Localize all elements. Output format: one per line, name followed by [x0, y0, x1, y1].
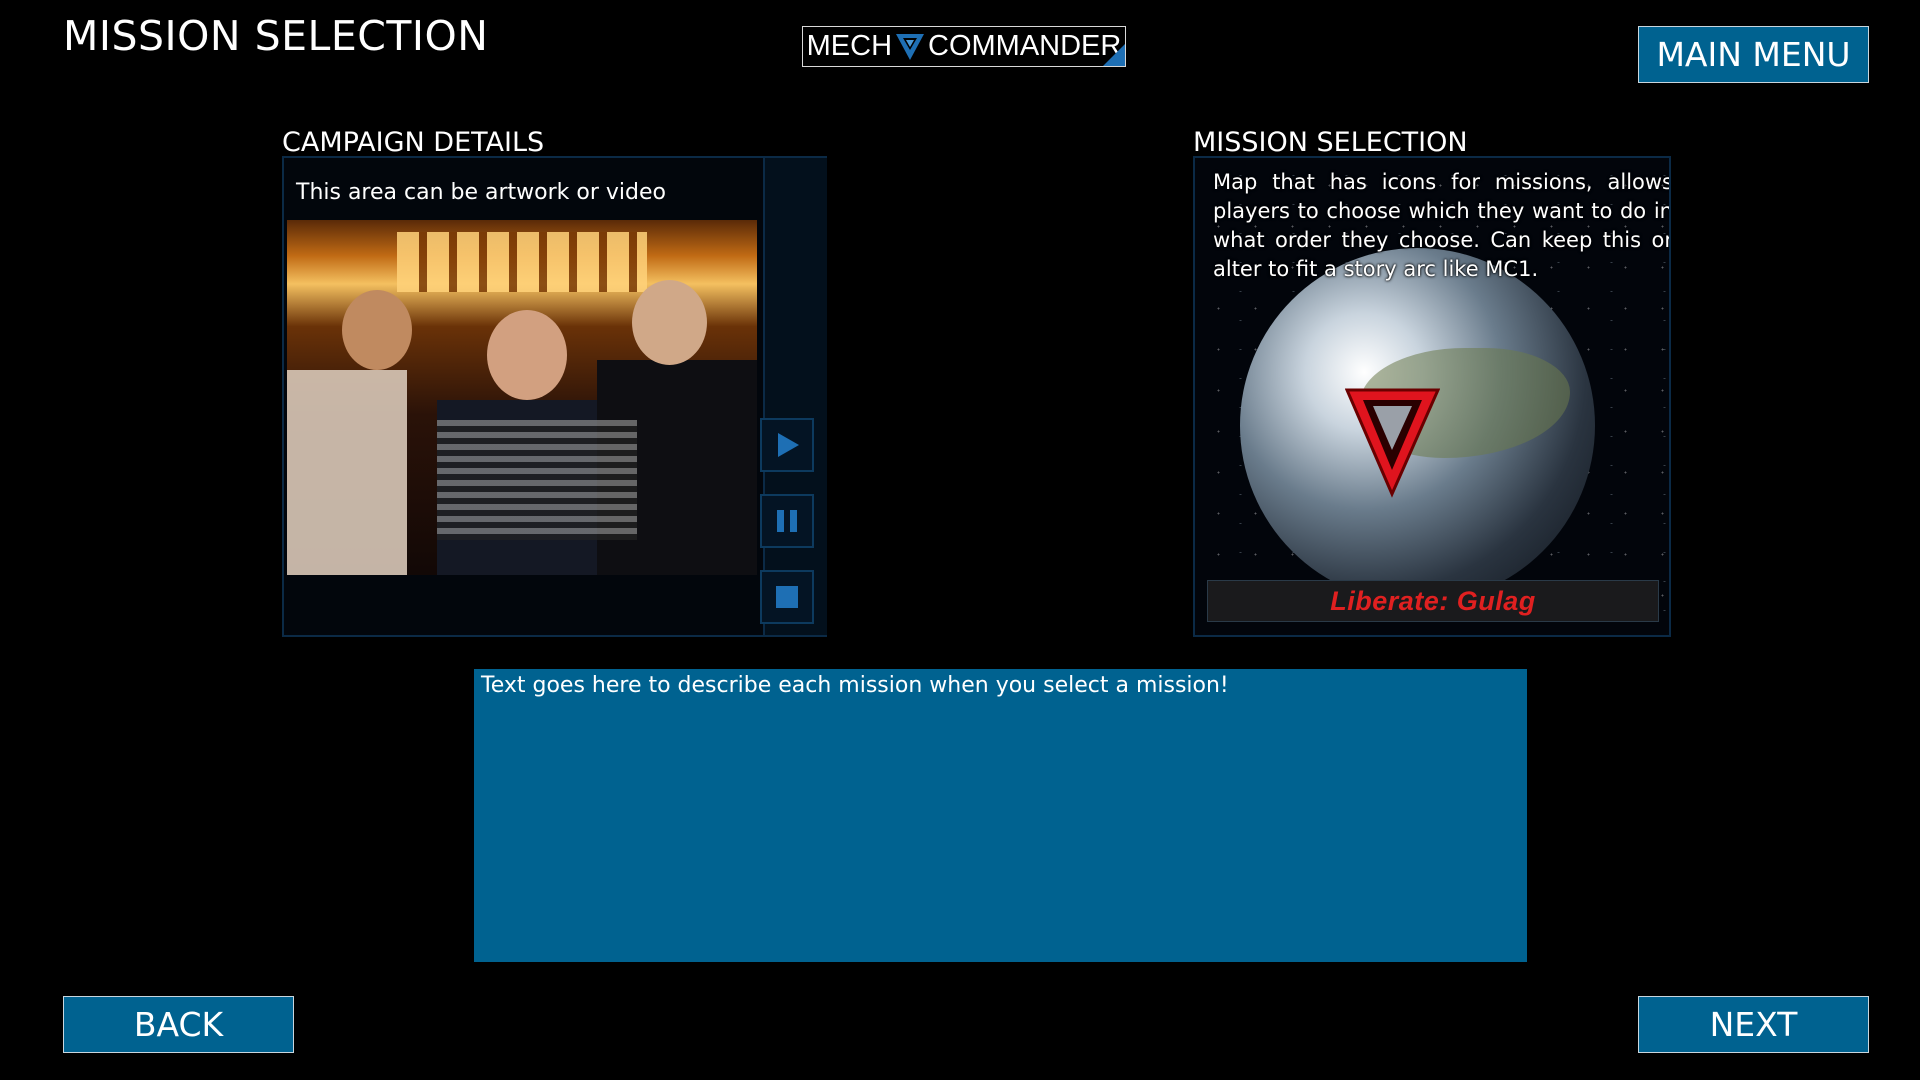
- play-icon: [778, 433, 799, 457]
- logo-text-left: MECH: [806, 30, 893, 62]
- mission-marker-icon[interactable]: [1345, 388, 1440, 498]
- video-face-left: [342, 290, 412, 370]
- stop-icon: [776, 586, 798, 608]
- campaign-video[interactable]: [287, 220, 757, 575]
- video-control-rail: [763, 158, 827, 635]
- play-button[interactable]: [760, 418, 814, 472]
- mission-map-description: Map that has icons for missions, allows …: [1213, 170, 1671, 281]
- mission-selection-heading: MISSION SELECTION: [1193, 127, 1468, 158]
- campaign-details-panel: This area can be artwork or video: [282, 156, 827, 637]
- mission-description-box: Text goes here to describe each mission …: [474, 669, 1527, 962]
- selected-mission-name: Liberate: Gulag: [1207, 580, 1659, 622]
- campaign-details-heading: CAMPAIGN DETAILS: [282, 127, 545, 158]
- video-backdrop: [397, 232, 647, 292]
- stop-button[interactable]: [760, 570, 814, 624]
- video-face-center: [487, 310, 567, 400]
- page-title: MISSION SELECTION: [63, 12, 489, 60]
- mission-map-panel: Map that has icons for missions, allows …: [1193, 156, 1671, 637]
- chevron-logo-icon: [896, 33, 925, 60]
- video-face-right: [632, 280, 707, 365]
- logo-text-right: COMMANDER: [928, 30, 1122, 62]
- game-logo: MECH COMMANDER: [802, 26, 1126, 67]
- back-button[interactable]: BACK: [63, 996, 294, 1053]
- pause-icon: [777, 510, 797, 532]
- video-armor: [437, 420, 637, 540]
- video-figure-left: [287, 370, 407, 575]
- logo-corner-accent: [1103, 44, 1125, 66]
- pause-button[interactable]: [760, 494, 814, 548]
- campaign-caption: This area can be artwork or video: [296, 180, 666, 205]
- main-menu-button[interactable]: MAIN MENU: [1638, 26, 1869, 83]
- next-button[interactable]: NEXT: [1638, 996, 1869, 1053]
